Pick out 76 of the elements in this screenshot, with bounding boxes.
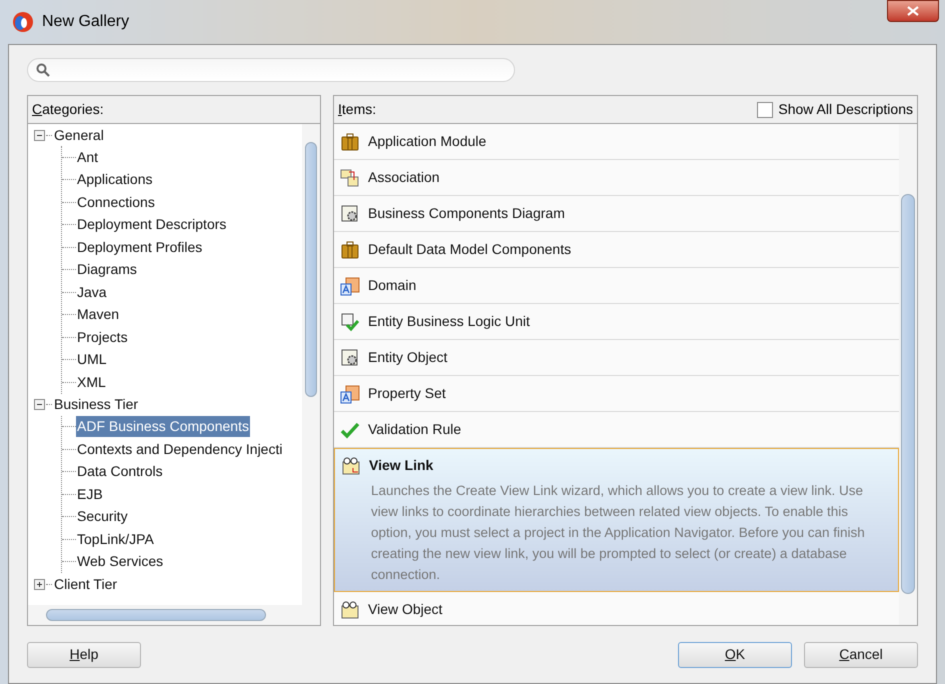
tree-item[interactable]: Data Controls <box>76 461 164 482</box>
item-label: Association <box>368 168 440 187</box>
window-title: New Gallery <box>42 12 130 32</box>
tree-item[interactable]: Web Services <box>76 551 164 572</box>
tree-item[interactable]: Contexts and Dependency Injecti <box>76 438 284 460</box>
search-icon <box>36 63 50 77</box>
tree-item[interactable]: Projects <box>76 326 129 348</box>
dialog-button[interactable]: OK <box>678 642 792 668</box>
association-icon <box>340 168 360 188</box>
tree-item[interactable]: Security <box>76 506 129 528</box>
horizontal-scrollbar[interactable] <box>28 605 320 625</box>
search-field[interactable] <box>27 58 515 82</box>
vertical-scrollbar[interactable] <box>899 124 917 625</box>
item-label: Entity Business Logic Unit <box>368 312 530 331</box>
item-label: Property Set <box>368 384 446 403</box>
list-item[interactable]: Business Components Diagram <box>334 196 899 232</box>
tree-item[interactable]: XML <box>76 372 107 393</box>
tree-node[interactable]: General <box>53 124 105 146</box>
item-label: Application Module <box>368 132 486 151</box>
scroll-thumb[interactable] <box>901 194 915 594</box>
tree-item[interactable]: Deployment Descriptors <box>76 214 228 236</box>
item-label: Default Data Model Components <box>368 240 572 259</box>
item-label: Domain <box>368 276 416 295</box>
list-item[interactable]: Entity Business Logic Unit <box>334 304 899 340</box>
list-item[interactable]: Domain <box>334 268 899 304</box>
list-item[interactable]: Default Data Model Components <box>334 232 899 268</box>
tree-item[interactable]: Connections <box>76 192 156 213</box>
tree-item[interactable]: Applications <box>76 169 154 190</box>
scroll-thumb[interactable] <box>305 142 317 397</box>
dialog-button[interactable]: Help <box>27 642 141 668</box>
tree-node[interactable]: Business Tier <box>53 394 140 415</box>
vertical-scrollbar[interactable] <box>302 124 320 605</box>
item-title: View Link <box>369 456 434 475</box>
tree-item[interactable]: Ant <box>76 146 100 168</box>
tree-item[interactable]: Maven <box>76 304 120 326</box>
tree-item[interactable]: ADF Business Components <box>76 416 250 438</box>
item-label: Entity Object <box>368 348 448 367</box>
checkbox[interactable] <box>757 102 774 118</box>
item-label: View Object <box>368 600 442 619</box>
collapse-icon[interactable] <box>34 399 45 410</box>
scroll-thumb[interactable] <box>46 609 266 621</box>
entity-check-icon <box>340 312 360 332</box>
tree-item[interactable]: UML <box>76 349 108 370</box>
app-logo-icon <box>12 11 34 33</box>
gear-document-icon <box>340 348 360 368</box>
tree-item[interactable]: TopLink/JPA <box>76 528 155 550</box>
view-object-icon <box>341 456 361 476</box>
list-item[interactable]: View Object <box>334 592 899 625</box>
tree-item[interactable]: Java <box>76 282 108 303</box>
item-description: Launches the Create View Link wizard, which allows you to create a view link. Use view links to coordinate hierarchies between related view objects. To enable this option, you must select a project in the Application Navigator. Before you can finish creating the new view link, you will be prompted to select (or create) a database connection. <box>370 482 866 584</box>
tree-node[interactable]: Client Tier <box>53 574 118 594</box>
list-item[interactable]: Property Set <box>334 376 899 412</box>
list-item[interactable]: Validation Rule <box>334 412 899 448</box>
selected-list-item[interactable] <box>334 448 899 592</box>
briefcase-icon <box>340 240 360 260</box>
type-icon <box>340 384 360 404</box>
dialog-button[interactable]: Cancel <box>804 642 918 668</box>
close-icon <box>907 6 919 16</box>
list-item[interactable]: Association <box>334 160 899 196</box>
collapse-icon[interactable] <box>34 130 45 140</box>
list-item[interactable]: Entity Object <box>334 340 899 376</box>
tree-item[interactable]: Diagrams <box>76 259 138 280</box>
type-icon <box>340 276 360 296</box>
list-item[interactable]: Application Module <box>334 124 899 160</box>
items-label: Items: <box>338 100 376 119</box>
item-label: Validation Rule <box>368 420 462 439</box>
tree-item[interactable]: Deployment Profiles <box>76 236 204 258</box>
categories-label: Categories: <box>32 100 104 119</box>
checkbox-label: Show All Descriptions <box>778 100 913 119</box>
gear-document-icon <box>340 204 360 224</box>
expand-icon[interactable] <box>34 578 45 590</box>
tree-item[interactable]: EJB <box>76 484 104 505</box>
item-label: Business Components Diagram <box>368 204 565 223</box>
view-object-icon <box>340 600 360 620</box>
close-button[interactable] <box>887 0 939 22</box>
briefcase-icon <box>340 132 360 152</box>
